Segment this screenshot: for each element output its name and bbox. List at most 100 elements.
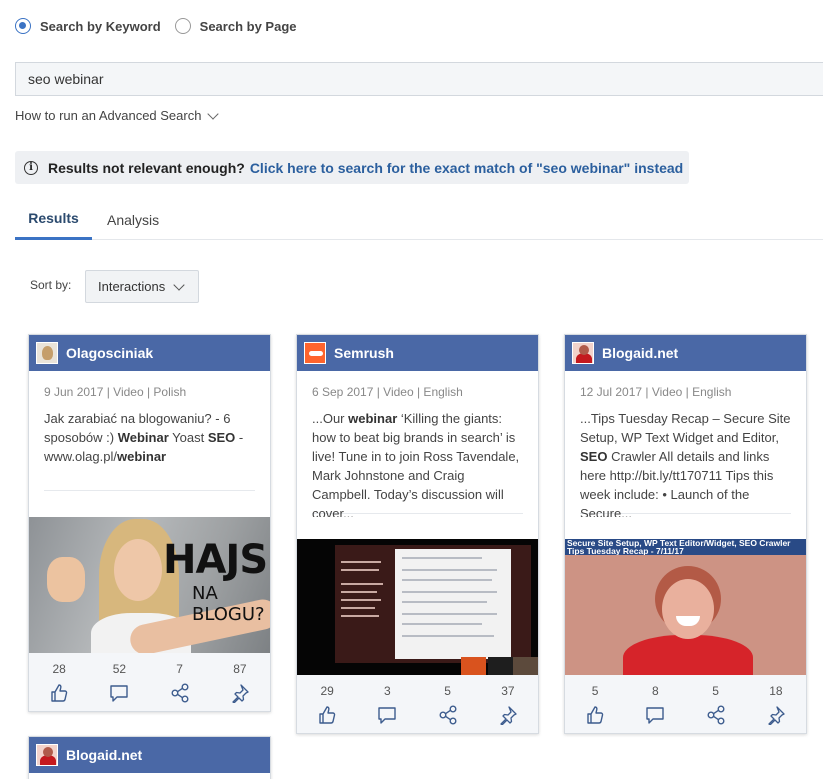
divider [44,490,255,491]
result-card[interactable]: Blogaid.net 12 Jul 2017 | Video | Englis… [564,334,807,734]
thumbnail-banner: Secure Site Setup, WP Text Editor/Widget… [565,539,806,555]
stat-count: 18 [769,684,783,698]
stat-thumbs-up: 5 [565,675,625,733]
video-thumbnail[interactable]: Secure Site Setup, WP Text Editor/Widget… [565,539,806,675]
comment-icon[interactable] [645,705,665,725]
card-stats: 29 3 5 37 [297,675,538,733]
card-source-name: Blogaid.net [602,345,679,361]
sort-value: Interactions [98,279,166,294]
comment-icon[interactable] [109,683,129,703]
comment-icon[interactable] [377,705,397,725]
radio-label: Search by Keyword [40,18,161,34]
stat-comment: 8 [625,675,685,733]
snippet-text: ...Our [312,411,349,426]
card-source-name: Semrush [334,345,394,361]
card-source-header[interactable]: Olagosciniak [29,335,270,371]
sort-dropdown[interactable]: Interactions [85,270,199,303]
search-input[interactable]: seo webinar [15,62,823,96]
pin-icon[interactable] [766,705,786,725]
thumbnail-subtitle: NA BLOGU? [192,583,265,625]
info-icon: i [24,160,38,175]
result-card[interactable]: Semrush 6 Sep 2017 | Video | English ...… [296,334,539,734]
keyword-highlight: webinar [116,449,167,464]
keyword-highlight: Webinar [117,430,169,445]
avatar [36,744,58,766]
share-icon[interactable] [438,705,458,725]
share-icon[interactable] [170,683,190,703]
thumbs-up-icon[interactable] [585,705,605,725]
stat-thumbs-up: 29 [297,675,357,733]
radio-search-by-keyword[interactable]: Search by Keyword [15,18,161,34]
stat-comment: 3 [357,675,417,733]
card-source-header[interactable]: Blogaid.net [29,737,270,773]
card-source-name: Olagosciniak [66,345,154,361]
radio-unselected-icon [174,18,191,34]
radio-selected-icon [15,18,31,34]
thumbs-up-icon[interactable] [317,705,337,725]
stat-count: 87 [233,662,247,676]
stat-share: 5 [418,675,478,733]
stat-count: 52 [112,662,127,676]
card-text: ...Tips Tuesday Recap – Secure Site Setu… [565,409,806,517]
search-mode-group: Search by Keyword Search by Page [15,18,310,34]
thumbs-up-icon[interactable] [49,683,69,703]
video-thumbnail[interactable] [297,539,538,675]
stat-pin: 37 [478,675,538,733]
card-text: Jak zarabiać na blogowaniu? - 6 sposobów… [29,409,270,497]
tab-results[interactable]: Results [15,199,92,240]
keyword-highlight: webinar [348,411,398,426]
result-card[interactable]: Olagosciniak 9 Jun 2017 | Video | Polish… [28,334,271,712]
relevance-notice: i Results not relevant enough? Click her… [15,151,689,184]
search-input-value: seo webinar [28,71,104,87]
thumbnail-title: HAJS [163,537,268,583]
stat-count: 29 [320,684,334,698]
snippet-text: Crawler All details and links here http:… [580,449,774,517]
radio-search-by-page[interactable]: Search by Page [174,18,297,34]
share-icon[interactable] [706,705,726,725]
advanced-search-link[interactable]: How to run an Advanced Search [15,107,220,123]
avatar [572,342,594,364]
chevron-down-icon [207,107,220,120]
card-meta: 6 Sep 2017 | Video | English [312,385,463,399]
card-stats: 28 52 7 87 [29,653,270,711]
stat-pin: 87 [210,653,270,711]
snippet-text: Yoast [168,430,208,445]
stat-thumbs-up: 28 [29,653,89,711]
stat-count: 5 [591,684,599,698]
stat-count: 7 [176,662,183,676]
snippet-text: ‘Killing the giants: how to beat big bra… [312,411,520,517]
stat-share: 7 [150,653,210,711]
exact-match-link[interactable]: Click here to search for the exact match… [250,160,683,176]
radio-label: Search by Page [199,18,297,34]
results-tabs: Results Analysis [15,199,823,240]
card-source-name: Blogaid.net [66,747,143,763]
stat-count: 37 [501,684,515,698]
snippet-text: ...Tips Tuesday Recap – Secure Site Setu… [580,411,791,445]
stat-count: 28 [52,662,66,676]
result-card[interactable]: Blogaid.net [28,736,271,779]
stat-count: 3 [384,684,391,698]
card-source-header[interactable]: Blogaid.net [565,335,806,371]
stat-count: 8 [652,684,659,698]
stat-count: 5 [444,684,451,698]
stat-share: 5 [686,675,746,733]
chevron-down-icon [173,278,185,291]
tab-analysis[interactable]: Analysis [107,199,159,240]
pin-icon[interactable] [498,705,518,725]
card-meta: 9 Jun 2017 | Video | Polish [44,385,187,399]
stat-count: 5 [712,684,719,698]
advanced-search-label: How to run an Advanced Search [15,108,202,123]
sort-label: Sort by: [30,278,72,292]
keyword-highlight: SEO [580,449,608,464]
stat-pin: 18 [746,675,806,733]
card-meta: 12 Jul 2017 | Video | English [580,385,732,399]
notice-text: Results not relevant enough? [48,159,245,176]
video-thumbnail[interactable]: HAJS NA BLOGU? [29,517,270,653]
card-source-header[interactable]: Semrush [297,335,538,371]
card-text: ...Our webinar ‘Killing the giants: how … [297,409,538,517]
avatar [36,342,58,364]
avatar [304,342,326,364]
pin-icon[interactable] [230,683,250,703]
stat-comment: 52 [89,653,149,711]
card-stats: 5 8 5 18 [565,675,806,733]
